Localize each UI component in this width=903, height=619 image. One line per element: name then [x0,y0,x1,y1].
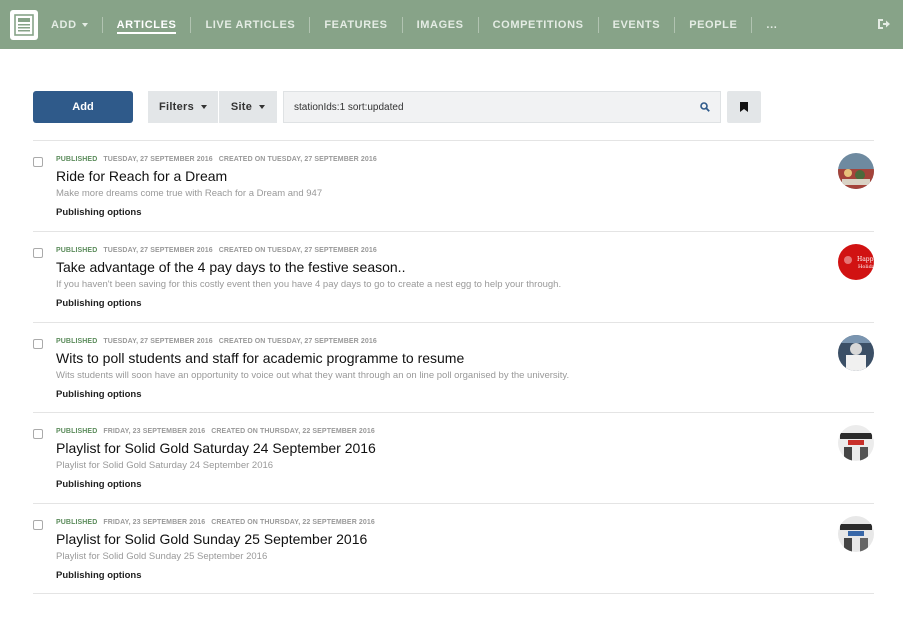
article-title[interactable]: Playlist for Solid Gold Sunday 25 Septem… [56,531,367,547]
status-badge: PUBLISHED [56,246,98,254]
nav-item-label: EVENTS [612,18,661,31]
nav-item-features[interactable]: FEATURES [310,0,401,49]
publishing-options-link[interactable]: Publishing options [56,389,142,400]
publishing-options-link[interactable]: Publishing options [56,570,142,581]
article-thumbnail [838,425,874,462]
nav-item-articles[interactable]: ARTICLES [103,0,191,49]
svg-text:Happy: Happy [857,256,874,263]
add-button[interactable]: Add [33,91,133,123]
nav-item-events[interactable]: EVENTS [599,0,675,49]
newspaper-icon[interactable] [10,10,38,40]
svg-text:Holidays: Holidays [858,264,874,270]
updated-date: FRIDAY, 23 SEPTEMBER 2016 [103,519,206,527]
publishing-options-link[interactable]: Publishing options [56,479,142,490]
article-row[interactable]: PUBLISHED FRIDAY, 23 SEPTEMBER 2016 CREATE… [33,503,874,594]
article-summary: Wits students will soon have an opportun… [56,369,570,381]
updated-date: FRIDAY, 23 SEPTEMBER 2016 [103,428,206,436]
article-checkbox[interactable] [33,157,43,167]
article-meta: PUBLISHED TUESDAY, 27 SEPTEMBER 2016 CREAT… [56,156,377,163]
site-label: Site [230,101,253,113]
article-summary: If you haven't been saving for this cost… [56,278,562,290]
status-badge: PUBLISHED [56,428,98,436]
article-checkbox[interactable] [33,247,43,258]
updated-date: TUESDAY, 27 SEPTEMBER 2016 [103,156,213,163]
created-date: CREATED ON TUESDAY, 27 SEPTEMBER 2016 [218,246,377,254]
article-summary: Make more dreams come true with Reach fo… [56,188,323,199]
article-list: PUBLISHED TUESDAY, 27 SEPTEMBER 2016 CREAT… [33,140,874,594]
search-bar [283,91,721,123]
article-checkbox[interactable] [33,520,43,531]
publishing-options-link[interactable]: Publishing options [56,298,142,309]
status-badge: PUBLISHED [56,519,98,527]
nav-item-label: LIVE ARTICLES [205,18,296,31]
sign-out-icon[interactable] [877,17,891,31]
updated-date: TUESDAY, 27 SEPTEMBER 2016 [103,337,213,345]
nav-menu: ADD ARTICLES LIVE ARTICLES FEATURES IMAGES CO… [51,0,791,49]
chevron-down-icon [81,22,88,27]
nav-item-label: ... [766,18,778,31]
bookmark-icon [740,102,748,112]
status-badge: PUBLISHED [56,156,98,163]
site-dropdown[interactable]: Site [219,91,277,123]
article-title[interactable]: Playlist for Solid Gold Saturday 24 Sept… [56,440,376,456]
nav-item-images[interactable]: IMAGES [403,0,478,49]
article-thumbnail [838,334,874,371]
nav-item-live-articles[interactable]: LIVE ARTICLES [191,0,309,49]
chevron-down-icon [259,105,266,109]
nav-item-label: COMPETITIONS [492,18,584,31]
nav-item-label: FEATURES [324,18,388,31]
created-date: CREATED ON TUESDAY, 27 SEPTEMBER 2016 [218,156,377,163]
article-row[interactable]: PUBLISHED FRIDAY, 23 SEPTEMBER 2016 CREATE… [33,412,874,503]
article-title[interactable]: Take advantage of the 4 pay days to the … [56,259,405,275]
created-date: CREATED ON THURSDAY, 22 SEPTEMBER 2016 [211,428,375,436]
article-meta: PUBLISHED FRIDAY, 23 SEPTEMBER 2016 CREATE… [56,519,375,526]
article-thumbnail: HappyHolidays [838,243,874,280]
article-checkbox[interactable] [33,338,43,349]
article-meta: PUBLISHED TUESDAY, 27 SEPTEMBER 2016 CREAT… [56,247,377,254]
search-icon[interactable] [700,102,710,112]
status-badge: PUBLISHED [56,337,98,345]
article-thumbnail [838,153,874,189]
bookmark-button[interactable] [727,91,761,123]
search-input[interactable] [284,101,684,113]
chevron-down-icon [201,105,208,109]
nav-item-competitions[interactable]: COMPETITIONS [479,0,598,49]
nav-item-more[interactable]: ... [752,0,791,49]
nav-item-label: PEOPLE [689,18,738,31]
nav-item-people[interactable]: PEOPLE [675,0,751,49]
article-meta: PUBLISHED TUESDAY, 27 SEPTEMBER 2016 CREAT… [56,338,377,345]
filters-dropdown[interactable]: Filters [148,91,218,123]
filters-label: Filters [158,101,195,113]
updated-date: TUESDAY, 27 SEPTEMBER 2016 [103,246,213,254]
article-summary: Playlist for Solid Gold Sunday 25 Septem… [56,551,268,563]
nav-item-add[interactable]: ADD [51,0,102,49]
article-thumbnail [838,516,874,553]
created-date: CREATED ON TUESDAY, 27 SEPTEMBER 2016 [218,337,377,345]
article-row[interactable]: PUBLISHED TUESDAY, 27 SEPTEMBER 2016 CREAT… [33,321,874,413]
article-title[interactable]: Ride for Reach for a Dream [56,168,227,184]
article-meta: PUBLISHED FRIDAY, 23 SEPTEMBER 2016 CREATE… [56,428,375,435]
article-checkbox[interactable] [33,429,43,440]
article-row[interactable]: PUBLISHED TUESDAY, 27 SEPTEMBER 2016 CREAT… [33,140,874,231]
created-date: CREATED ON THURSDAY, 22 SEPTEMBER 2016 [211,519,375,527]
nav-item-label: IMAGES [416,18,464,31]
top-navigation: ADD ARTICLES LIVE ARTICLES FEATURES IMAGES CO… [0,0,903,49]
nav-item-label: ARTICLES [116,18,177,31]
article-title[interactable]: Wits to poll students and staff for acad… [56,350,464,366]
publishing-options-link[interactable]: Publishing options [56,207,142,218]
article-summary: Playlist for Solid Gold Saturday 24 Sept… [56,460,274,472]
article-row[interactable]: PUBLISHED TUESDAY, 27 SEPTEMBER 2016 CREAT… [33,230,874,322]
nav-item-label: ADD [51,18,77,31]
